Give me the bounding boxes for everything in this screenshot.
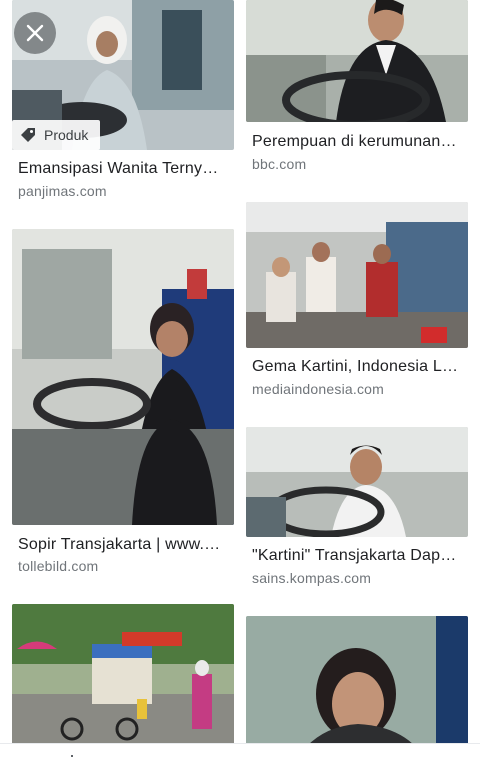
result-image[interactable] [246,202,468,348]
result-image[interactable] [12,229,234,525]
result-source: tollebild.com [18,558,99,574]
close-icon [26,24,44,42]
result-image[interactable] [246,427,468,537]
result-image[interactable] [12,604,234,747]
tag-icon [21,128,35,142]
result-source: sains.kompas.com [252,570,372,586]
result-title[interactable]: Emansipasi Wanita Terny… [18,160,228,178]
product-badge[interactable]: Produk [12,120,101,150]
result-image[interactable] [246,0,468,122]
result-source: panjimas.com [18,183,107,199]
bottom-navigation [0,743,480,757]
home-icon[interactable] [60,750,84,757]
result-title[interactable]: Gema Kartini, Indonesia L… [252,358,462,376]
result-source: bbc.com [252,156,307,172]
close-button[interactable] [14,12,56,54]
product-badge-label: Produk [44,127,89,143]
result-title[interactable]: Perempuan di kerumunan… [252,133,462,151]
result-source: mediaindonesia.com [252,381,385,397]
discover-icon[interactable] [168,750,192,757]
result-title[interactable]: "Kartini" Transjakarta Dap… [252,547,462,565]
collections-icon[interactable] [283,750,307,757]
result-title[interactable]: Sopir Transjakarta | www.… [18,536,228,554]
result-image[interactable] [246,616,468,747]
